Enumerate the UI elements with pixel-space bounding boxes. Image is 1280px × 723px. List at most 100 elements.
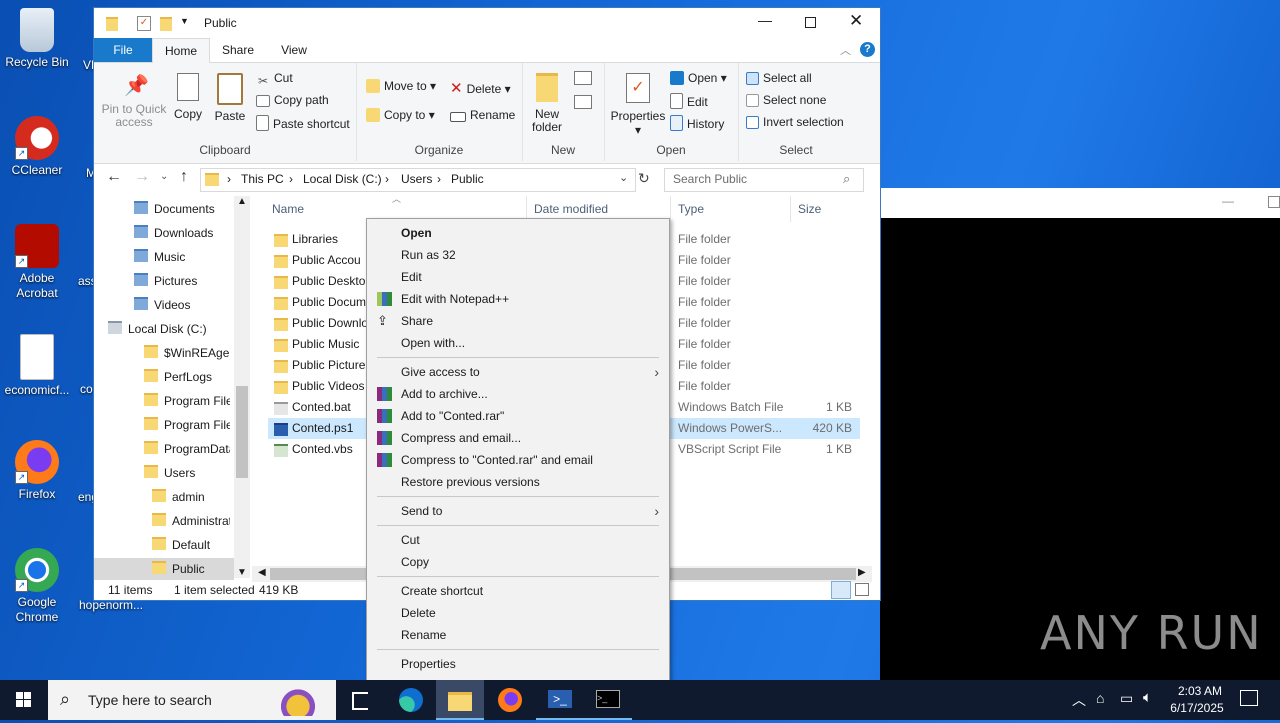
menu-item-create-shortcut[interactable]: Create shortcut: [367, 580, 669, 602]
menu-item-run-as-32[interactable]: Run as 32: [367, 244, 669, 266]
clock-date[interactable]: 6/17/2025: [1166, 701, 1228, 715]
nav-item[interactable]: Default: [152, 534, 230, 556]
scroll-up-icon[interactable]: ▲: [234, 196, 250, 212]
large-icons-view-icon[interactable]: [855, 583, 869, 596]
nav-scrollbar[interactable]: ▲ ▼: [234, 196, 250, 578]
network-icon[interactable]: ⌂: [1096, 690, 1104, 706]
nav-item[interactable]: Local Disk (C:): [108, 318, 230, 340]
clock-time[interactable]: 2:03 AM: [1172, 684, 1228, 698]
edit-button[interactable]: Edit: [670, 93, 708, 109]
select-all-button[interactable]: Select all: [746, 71, 812, 85]
volume-icon[interactable]: 🔈︎: [1143, 689, 1152, 706]
rename-button[interactable]: Rename: [450, 108, 515, 122]
tab-share[interactable]: Share: [210, 38, 266, 62]
paste-shortcut-button[interactable]: Paste shortcut: [256, 115, 350, 131]
search-input[interactable]: Search Public ⌕: [664, 168, 864, 192]
details-view-icon[interactable]: [831, 581, 851, 599]
nav-item[interactable]: Program Files: [144, 390, 230, 412]
nav-item[interactable]: Administrat: [152, 510, 230, 532]
maximize-button[interactable]: [805, 17, 816, 28]
tab-file[interactable]: File: [94, 38, 152, 62]
menu-item-copy[interactable]: Copy: [367, 551, 669, 573]
column-header-type[interactable]: Type: [670, 196, 792, 222]
task-view-button[interactable]: [336, 680, 384, 720]
breadcrumb-item[interactable]: This PC: [241, 172, 284, 186]
nav-item[interactable]: $WinREAgent: [144, 342, 230, 364]
tab-home[interactable]: Home: [152, 38, 210, 64]
menu-item-send-to[interactable]: Send to ›: [367, 500, 669, 522]
minimize-button[interactable]: —: [758, 12, 772, 28]
menu-item-give-access[interactable]: Give access to ›: [367, 361, 669, 383]
breadcrumb-item[interactable]: Public: [451, 172, 484, 186]
copy-to-button[interactable]: Copy to ▾: [366, 108, 435, 122]
desktop-icon-economicf[interactable]: economicf...: [0, 334, 74, 398]
taskbar-search[interactable]: ⌕ Type here to search: [48, 680, 336, 720]
desktop-icon-firefox[interactable]: ↗ Firefox: [0, 440, 74, 502]
copy-button[interactable]: Copy: [170, 73, 206, 121]
nav-item[interactable]: admin: [152, 486, 230, 508]
menu-item-open-with[interactable]: Open with...: [367, 332, 669, 354]
open-button[interactable]: Open ▾: [670, 71, 727, 85]
move-to-button[interactable]: Move to ▾: [366, 79, 436, 93]
nav-item[interactable]: Downloads: [134, 222, 230, 244]
menu-item-edit-notepadpp[interactable]: Edit with Notepad++: [367, 288, 669, 310]
chevron-down-icon[interactable]: ⌄: [619, 171, 628, 184]
menu-item-rename[interactable]: Rename: [367, 624, 669, 646]
desktop-icon-recycle-bin[interactable]: Recycle Bin: [0, 8, 74, 70]
new-item-icon[interactable]: [574, 71, 592, 85]
help-icon[interactable]: ?: [860, 42, 875, 57]
taskbar-console[interactable]: >_: [584, 680, 632, 720]
back-arrow-icon[interactable]: ←: [106, 168, 122, 186]
menu-item-share[interactable]: ⇪ Share: [367, 310, 669, 332]
scroll-thumb[interactable]: [236, 386, 248, 478]
desktop-icon-ccleaner[interactable]: ↗ CCleaner: [0, 116, 74, 178]
nav-item[interactable]: Videos: [134, 294, 230, 316]
tab-view[interactable]: View: [266, 38, 322, 62]
cut-button[interactable]: ✂ Cut: [256, 71, 293, 88]
menu-item-properties[interactable]: Properties: [367, 653, 669, 675]
taskbar-firefox[interactable]: [486, 680, 534, 720]
taskbar-edge[interactable]: [386, 680, 434, 720]
minimize-icon[interactable]: —: [1222, 194, 1234, 208]
column-header-size[interactable]: Size: [790, 196, 868, 222]
breadcrumb-item[interactable]: Local Disk (C:): [303, 172, 382, 186]
nav-item[interactable]: Program Files: [144, 414, 230, 436]
menu-item-add-to-rar[interactable]: Add to "Conted.rar": [367, 405, 669, 427]
nav-item[interactable]: Music: [134, 246, 230, 268]
pin-quick-access-button[interactable]: 📌 Pin to Quick access: [100, 75, 168, 129]
recent-locations-icon[interactable]: ⌄: [160, 171, 168, 182]
maximize-icon[interactable]: [1268, 196, 1280, 208]
history-button[interactable]: History: [670, 115, 724, 131]
breadcrumb[interactable]: › This PC › Local Disk (C:) › Users › Pu…: [200, 168, 636, 192]
properties-button[interactable]: ✓ Properties ▾: [608, 73, 668, 137]
nav-item[interactable]: Public: [94, 558, 234, 580]
chevron-down-icon[interactable]: ▼: [180, 16, 189, 26]
nav-item[interactable]: ProgramData: [144, 438, 230, 460]
new-folder-qat-icon[interactable]: [160, 17, 172, 31]
properties-qat-icon[interactable]: ✓: [137, 16, 151, 31]
notifications-icon[interactable]: [1240, 690, 1258, 706]
ethernet-icon[interactable]: ▭: [1120, 690, 1133, 707]
nav-item[interactable]: Documents: [134, 198, 230, 220]
menu-item-open[interactable]: Open: [367, 222, 669, 244]
start-button[interactable]: [0, 680, 48, 720]
taskbar-file-explorer[interactable]: [436, 680, 484, 720]
easy-access-icon[interactable]: [574, 95, 592, 109]
breadcrumb-item[interactable]: Users: [401, 172, 432, 186]
close-button[interactable]: ✕: [849, 11, 863, 31]
nav-item[interactable]: PerfLogs: [144, 366, 230, 388]
paste-button[interactable]: Paste: [210, 73, 250, 123]
taskbar-powershell[interactable]: >_: [536, 680, 584, 720]
menu-item-restore-versions[interactable]: Restore previous versions: [367, 471, 669, 493]
new-folder-button[interactable]: New folder: [528, 73, 566, 134]
copy-path-button[interactable]: Copy path: [256, 93, 329, 107]
forward-arrow-icon[interactable]: →: [134, 168, 150, 186]
scroll-left-icon[interactable]: ◀: [258, 567, 266, 578]
menu-item-cut[interactable]: Cut: [367, 529, 669, 551]
scroll-down-icon[interactable]: ▼: [234, 567, 250, 578]
select-none-button[interactable]: Select none: [746, 93, 826, 107]
refresh-icon[interactable]: ↻: [638, 170, 650, 187]
desktop-icon-adobe-acrobat[interactable]: ↗ Adobe Acrobat: [0, 224, 74, 301]
invert-selection-button[interactable]: Invert selection: [746, 115, 844, 129]
menu-item-delete[interactable]: Delete: [367, 602, 669, 624]
